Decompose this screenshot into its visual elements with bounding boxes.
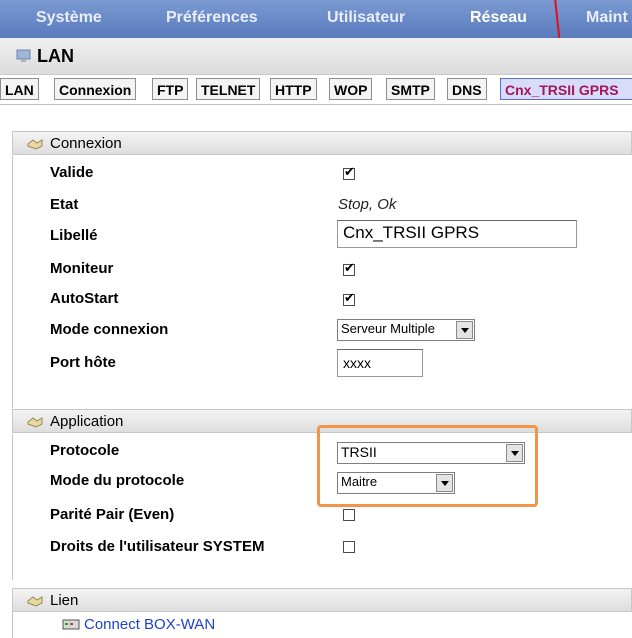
- connect-box-wan-link[interactable]: Connect BOX-WAN: [84, 616, 215, 633]
- top-menu-bar: Système Préférences Utilisateur Réseau M…: [0, 0, 632, 38]
- tab-cnx-trsii-gprs[interactable]: Cnx_TRSII GPRS: [500, 78, 632, 100]
- tab-http[interactable]: HTTP: [270, 78, 317, 100]
- modem-icon: [62, 619, 80, 630]
- tab-wop[interactable]: WOP: [329, 78, 373, 100]
- tab-lan[interactable]: LAN: [0, 78, 39, 100]
- section-title: Connexion: [50, 135, 122, 152]
- menu-utilisateur[interactable]: Utilisateur: [327, 9, 405, 27]
- section-title: Lien: [50, 592, 79, 609]
- handshake-icon: [27, 139, 43, 150]
- section-title: Application: [50, 413, 124, 430]
- menu-systeme[interactable]: Système: [36, 9, 102, 27]
- tab-connexion[interactable]: Connexion: [54, 78, 137, 100]
- tab-ftp[interactable]: FTP: [152, 78, 189, 100]
- tab-telnet[interactable]: TELNET: [196, 78, 261, 100]
- handshake-icon: [27, 417, 43, 428]
- annotation-highlight-box: [317, 425, 538, 507]
- page-title: LAN: [37, 46, 74, 66]
- page-title-bar: LAN: [0, 38, 632, 75]
- tab-smtp[interactable]: SMTP: [386, 78, 435, 100]
- connexion-panel: [12, 156, 632, 408]
- network-icon: [16, 49, 31, 62]
- handshake-icon: [27, 596, 43, 607]
- section-connexion-header: Connexion: [12, 131, 632, 155]
- tab-divider: [0, 104, 632, 105]
- section-lien-header: Lien: [12, 588, 632, 612]
- menu-reseau[interactable]: Réseau: [470, 9, 527, 27]
- menu-maintenance[interactable]: Maint: [586, 9, 628, 27]
- tab-strip: LAN Connexion FTP TELNET HTTP WOP SMTP D…: [0, 78, 632, 102]
- tab-dns[interactable]: DNS: [447, 78, 487, 100]
- menu-preferences[interactable]: Préférences: [166, 9, 258, 27]
